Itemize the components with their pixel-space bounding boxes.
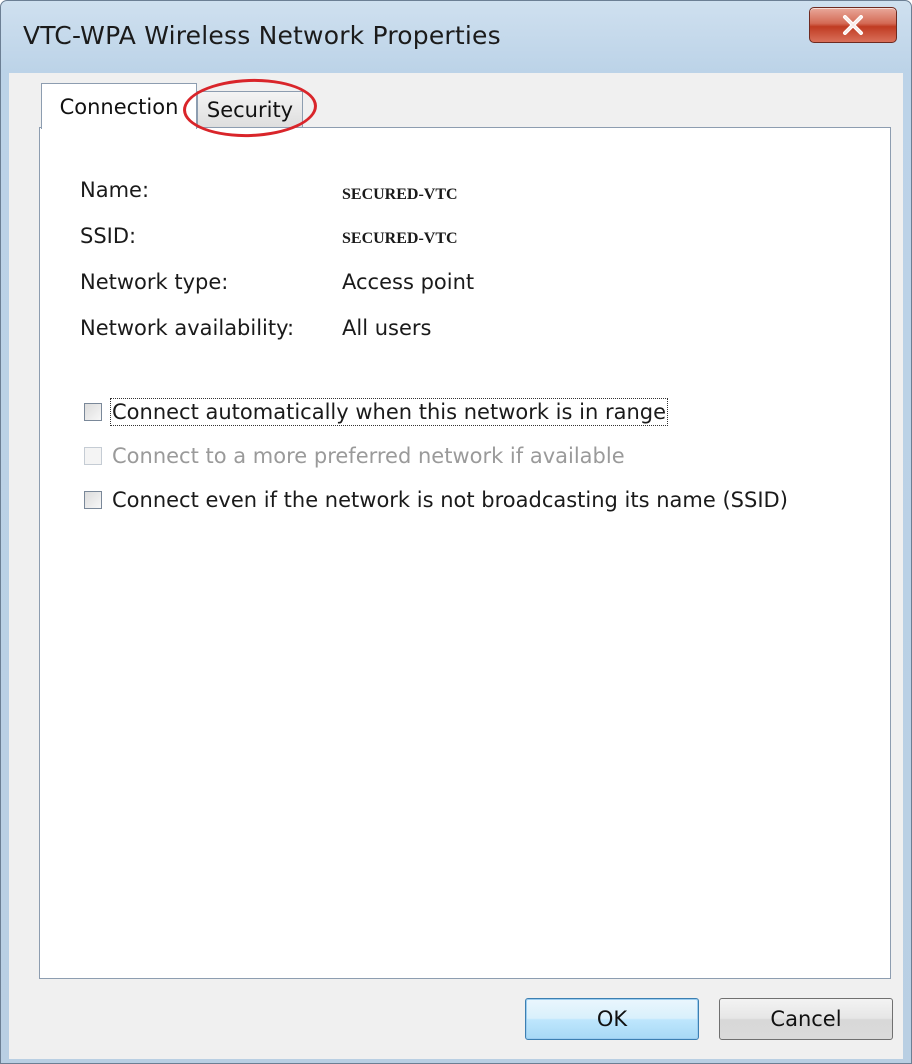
network-availability-label: Network availability: — [80, 316, 295, 340]
cancel-button-label: Cancel — [770, 1007, 842, 1031]
name-label: Name: — [80, 178, 150, 202]
network-type-value: Access point — [342, 270, 475, 294]
tab-security[interactable]: Security — [197, 91, 303, 127]
ok-button-label: OK — [596, 1007, 628, 1031]
ssid-value: SECURED-VTC — [342, 230, 458, 247]
tab-connection[interactable]: Connection — [41, 83, 197, 129]
connect-preferred-checkbox — [84, 447, 102, 465]
network-properties-window: VTC-WPA Wireless Network Properties Conn… — [0, 0, 912, 1064]
connect-preferred-option: Connect to a more preferred network if a… — [84, 444, 625, 468]
connect-automatically-checkbox[interactable] — [84, 403, 102, 421]
connect-preferred-label: Connect to a more preferred network if a… — [112, 444, 625, 468]
tab-security-label: Security — [206, 97, 294, 122]
network-type-label: Network type: — [80, 270, 229, 294]
tab-connection-label: Connection — [59, 94, 179, 119]
name-value: SECURED-VTC — [342, 186, 458, 203]
title-bar[interactable]: VTC-WPA Wireless Network Properties — [1, 1, 911, 73]
close-icon — [843, 15, 863, 35]
connect-automatically-label[interactable]: Connect automatically when this network … — [109, 398, 669, 426]
connect-hidden-ssid-label[interactable]: Connect even if the network is not broad… — [112, 488, 788, 512]
connect-automatically-option[interactable]: Connect automatically when this network … — [84, 398, 669, 426]
window-title: VTC-WPA Wireless Network Properties — [23, 21, 501, 50]
connection-tab-panel: Name: SECURED-VTC SSID: SECURED-VTC Netw… — [39, 127, 891, 979]
network-availability-value: All users — [342, 316, 432, 340]
dialog-client-area: Connection Security Name: SECURED-VTC SS… — [9, 73, 903, 1059]
connect-hidden-ssid-checkbox[interactable] — [84, 491, 102, 509]
connect-hidden-ssid-option[interactable]: Connect even if the network is not broad… — [84, 488, 788, 512]
close-button[interactable] — [809, 7, 897, 43]
ok-button[interactable]: OK — [525, 998, 699, 1040]
ssid-label: SSID: — [80, 224, 137, 248]
cancel-button[interactable]: Cancel — [719, 998, 893, 1040]
